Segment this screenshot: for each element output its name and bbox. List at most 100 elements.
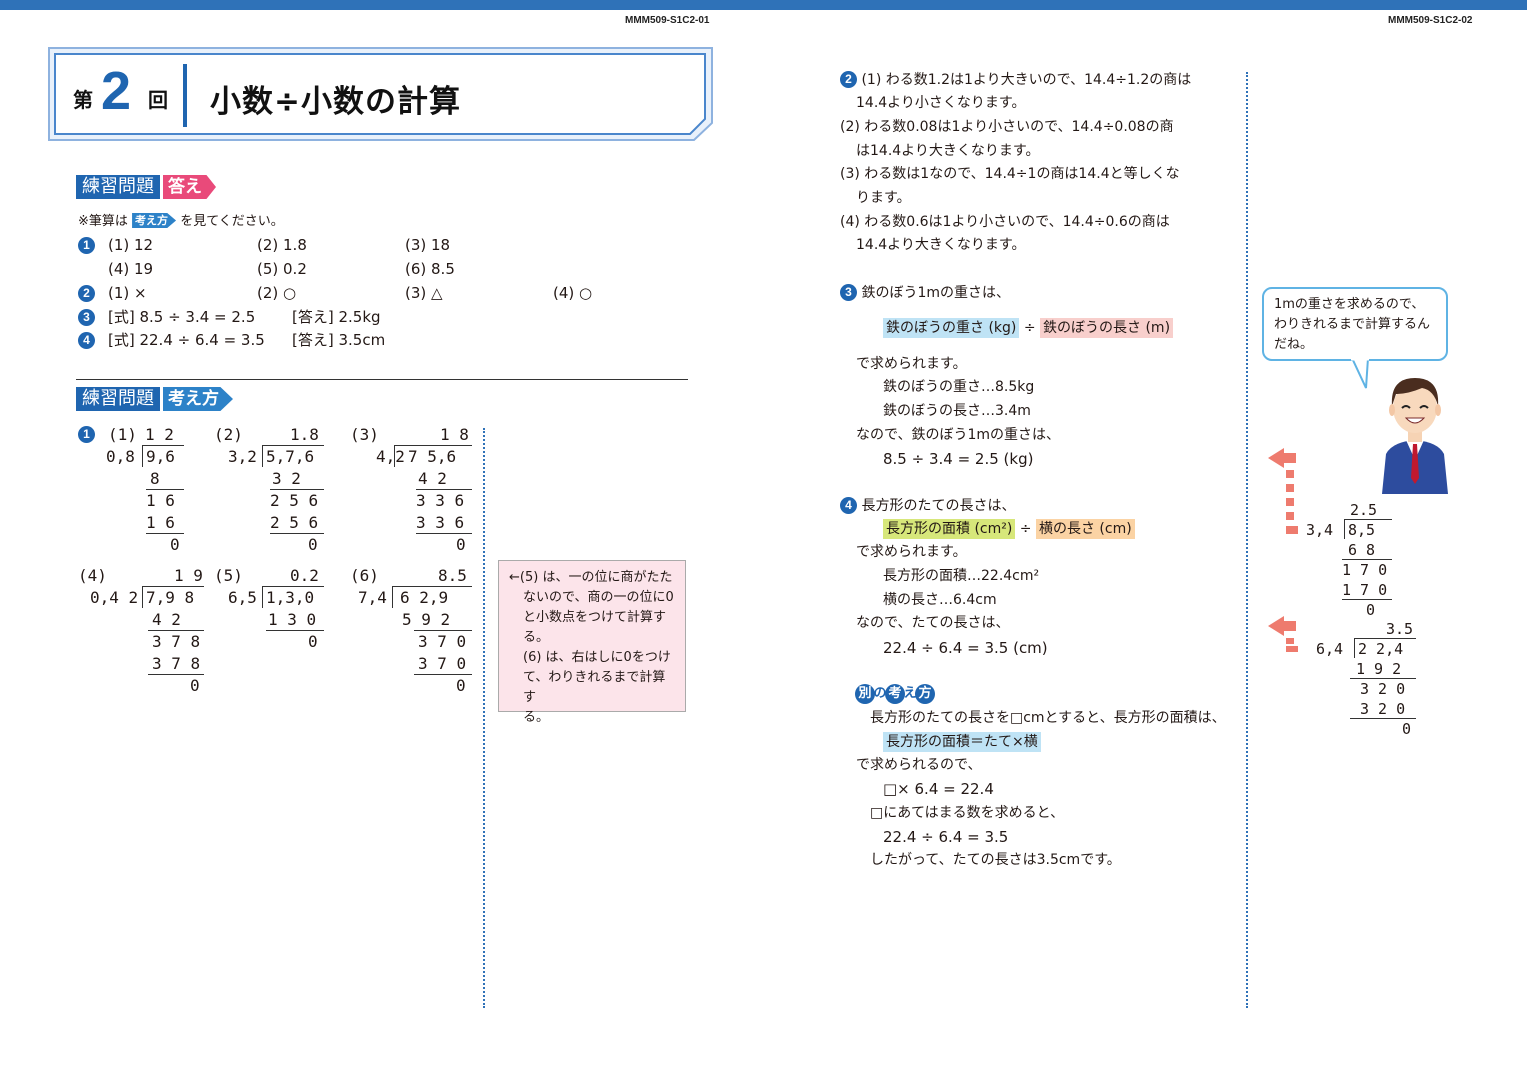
answers-section-heading: 練習問題 答え	[76, 175, 216, 199]
division-step: 2 5 6	[270, 491, 319, 510]
thinking-heading-label: 練習問題	[76, 387, 160, 411]
division-divisor: 0,8	[106, 447, 135, 466]
q3-badge: 3	[78, 307, 95, 327]
rq3-line: 鉄のぼうの重さ…8.5kg	[883, 379, 1035, 395]
rq4-line: なので、たての長さは、	[856, 615, 1010, 631]
division-quotient: 2.5	[1350, 501, 1378, 519]
division-divisor: 3,4	[1306, 521, 1334, 539]
answers-note: ※筆算は 考え方 を見てください。	[78, 212, 284, 232]
division-quotient: 8.5	[438, 566, 467, 585]
division-label: (4)	[78, 566, 107, 585]
alt-line: 22.4 ÷ 6.4 = 3.5	[883, 828, 1009, 846]
division-divisor: 0,4 2	[90, 588, 139, 607]
division-dividend: 2 2,4	[1358, 640, 1404, 658]
alt-line: で求められるので、	[856, 757, 982, 773]
alt-line: □× 6.4 = 22.4	[883, 780, 994, 798]
rq4-line: 22.4 ÷ 6.4 = 3.5 (cm)	[883, 639, 1048, 657]
division-step: 2 5 6	[270, 513, 319, 532]
q2-answer-2: (2) ○	[257, 284, 297, 302]
q3-formula: [式] 8.5 ÷ 3.4 = 2.5	[108, 308, 256, 326]
rq2-line-8: 14.4より大きくなります。	[856, 237, 1026, 253]
q4-answer: [答え] 3.5cm	[292, 331, 386, 349]
page-code-left: MMM509-S1C2-01	[625, 15, 710, 26]
division-quotient: 1 2	[145, 425, 174, 444]
answers-tag: 答え	[163, 175, 216, 199]
rq3-line: 8.5 ÷ 3.4 = 2.5 (kg)	[883, 450, 1034, 468]
arrow-up-icon	[1268, 448, 1298, 534]
division-step: 0	[456, 535, 466, 554]
q2-answer-3: (3) △	[405, 284, 443, 302]
division-step: 0	[1402, 720, 1412, 738]
speech-bubble: 1mの重さを求めるので、 わりきれるまで計算するん だね。	[1262, 287, 1448, 361]
thinking-section-heading: 練習問題 考え方	[76, 387, 233, 411]
division-step: 1 7 0	[1342, 581, 1388, 599]
formula-term: 横の長さ (cm)	[1035, 519, 1135, 539]
division-quotient: 1 8	[440, 425, 469, 444]
dotted-column-rule-right	[1246, 72, 1248, 1008]
division-step: 0	[190, 676, 200, 695]
rq3-line: で求められます。	[856, 356, 967, 372]
boy-character-illustration	[1382, 378, 1448, 494]
rq3-formula: 鉄のぼうの重さ (kg) ÷ 鉄のぼうの長さ (m)	[883, 318, 1174, 338]
q2-answer-4: (4) ○	[553, 284, 593, 302]
rq2-line-1: 2 (1) わる数1.2は1より大きいので、14.4÷1.2の商は	[840, 70, 1191, 90]
division-step: 0	[308, 535, 318, 554]
alt-line: したがって、たての長さは3.5cmです。	[870, 852, 1121, 868]
q1-answer-1: (1) 12	[108, 236, 154, 254]
division-label: (2)	[214, 425, 243, 444]
division-step: 4 2	[152, 610, 181, 629]
division-step: 4 2	[418, 469, 447, 488]
division-step: 1 7 0	[1342, 561, 1388, 579]
arrow-up-icon	[1268, 616, 1298, 652]
division-dividend: 8,5	[1348, 521, 1376, 539]
division-divisor: 6,4	[1316, 640, 1344, 658]
hint-note-box: ←(5) は、一の位に商がたた ないので、商の一の位に0 と小数点をつけて計算す…	[498, 560, 686, 725]
division-step: 3 7 0	[418, 632, 467, 651]
rq4-line: 横の長さ…6.4cm	[883, 592, 997, 608]
division-dividend: 5,7,6	[266, 447, 315, 466]
q2-badge: 2	[78, 283, 95, 303]
division-step: 3 3 6	[416, 491, 465, 510]
division-step: 1 6	[146, 491, 175, 510]
division-step: 3 7 8	[152, 632, 201, 651]
division-step: 3 2	[272, 469, 301, 488]
speech-bubble-tail	[1350, 358, 1370, 389]
division-dividend: 9,6	[146, 447, 175, 466]
q1-badge: 1	[78, 235, 95, 255]
top-color-bar	[0, 0, 1527, 10]
rq2-line-5: (3) わる数は1なので、14.4÷1の商は14.4と等しくな	[840, 166, 1180, 182]
division-divisor: 3,2	[228, 447, 257, 466]
division-step: 3 2 0	[1360, 680, 1406, 698]
q4-badge: 4	[78, 330, 95, 350]
division-quotient: 1.8	[290, 425, 319, 444]
rq2-line-2: 14.4より小さくなります。	[856, 95, 1026, 111]
division-dividend: 7 5,6	[408, 447, 457, 466]
division-label: (5)	[214, 566, 243, 585]
division-step: 3 2 0	[1360, 700, 1406, 718]
title-divider	[183, 64, 187, 127]
division-step: 6 8	[1348, 541, 1376, 559]
q4-formula: [式] 22.4 ÷ 6.4 = 3.5	[108, 331, 265, 349]
division-label: (1)	[108, 425, 137, 444]
division-label: (3)	[350, 425, 379, 444]
note-prefix: ※筆算は	[78, 214, 128, 229]
rq4-line: 長方形の面積…22.4cm²	[883, 568, 1040, 584]
division-step: 5 9 2	[402, 610, 451, 629]
thinking-badge: 1	[78, 424, 95, 444]
title-kai: 回	[148, 88, 168, 112]
alt-line-1: 長方形のたての長さを□cmとすると、長方形の面積は、	[870, 710, 1226, 726]
division-label: (6)	[350, 566, 379, 585]
rq4-line: で求められます。	[856, 544, 967, 560]
rq3-line: 鉄のぼうの長さ…3.4m	[883, 403, 1031, 419]
division-step: 1 9 2	[1356, 660, 1402, 678]
thinking-tag: 考え方	[163, 387, 233, 411]
division-dividend: 6 2,9	[400, 588, 449, 607]
formula-operator: ÷	[1023, 320, 1036, 336]
rq2-line-4: は14.4より大きくなります。	[856, 143, 1040, 159]
division-divisor: 6,5	[228, 588, 257, 607]
division-quotient: 3.5	[1386, 620, 1414, 638]
division-step: 3 7 0	[418, 654, 467, 673]
q1-answer-3: (3) 18	[405, 236, 451, 254]
formula-operator: ÷	[1019, 521, 1032, 537]
rq3-intro: 3 鉄のぼう1mの重さは、	[840, 283, 1010, 303]
